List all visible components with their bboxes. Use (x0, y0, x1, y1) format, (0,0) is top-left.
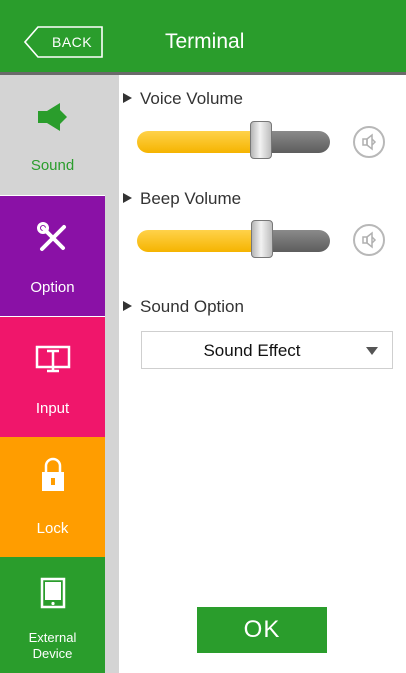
sound-option-dropdown[interactable]: Sound Effect (141, 331, 393, 369)
sound-option-label: Sound Option (140, 297, 244, 316)
voice-test-speaker-icon[interactable] (353, 126, 385, 158)
lock-icon (0, 457, 105, 498)
slider-fill (137, 230, 262, 252)
sound-option-value: Sound Effect (203, 341, 301, 360)
sidebar-item-label: Input (35, 400, 70, 417)
sidebar-item-label: Sound (30, 157, 75, 174)
triangle-bullet-icon (123, 301, 132, 311)
ok-button[interactable]: OK (197, 607, 327, 653)
input-icon (0, 345, 105, 378)
sidebar-item-sound[interactable]: Sound (0, 75, 105, 195)
triangle-bullet-icon (123, 93, 132, 103)
sidebar-item-input[interactable]: Input (0, 317, 105, 437)
sidebar-item-label: Lock (36, 520, 69, 537)
sidebar-item-label: Option (30, 279, 75, 296)
tools-icon (0, 222, 105, 259)
beep-volume-slider[interactable] (137, 220, 330, 258)
sidebar-item-option[interactable]: Option (0, 196, 105, 316)
sidebar-item-label: External Device (28, 630, 77, 661)
page-title: Terminal (165, 30, 245, 53)
back-button[interactable]: BACK (24, 26, 104, 58)
slider-thumb[interactable] (251, 220, 273, 258)
beep-test-speaker-icon[interactable] (353, 224, 385, 256)
beep-volume-heading: Beep Volume (123, 189, 241, 209)
speaker-icon (0, 102, 105, 137)
sound-option-heading: Sound Option (123, 297, 244, 317)
triangle-bullet-icon (123, 193, 132, 203)
voice-volume-heading: Voice Volume (123, 89, 243, 109)
device-icon (0, 577, 105, 614)
chevron-down-icon (366, 347, 378, 355)
header-bar: BACK Terminal (0, 0, 406, 72)
voice-volume-label: Voice Volume (140, 89, 244, 108)
sidebar-item-lock[interactable]: Lock (0, 437, 105, 557)
slider-fill (137, 131, 261, 153)
sidebar-divider (105, 75, 119, 673)
slider-thumb[interactable] (250, 121, 272, 159)
voice-volume-slider[interactable] (137, 121, 330, 159)
settings-panel: Voice Volume Beep Volume Sound Option So… (119, 75, 406, 673)
back-button-label: BACK (52, 34, 93, 50)
beep-volume-label: Beep Volume (140, 189, 242, 208)
sidebar-item-external-device[interactable]: External Device (0, 557, 105, 673)
sidebar: Sound Option Input Lock External Device (0, 75, 105, 673)
